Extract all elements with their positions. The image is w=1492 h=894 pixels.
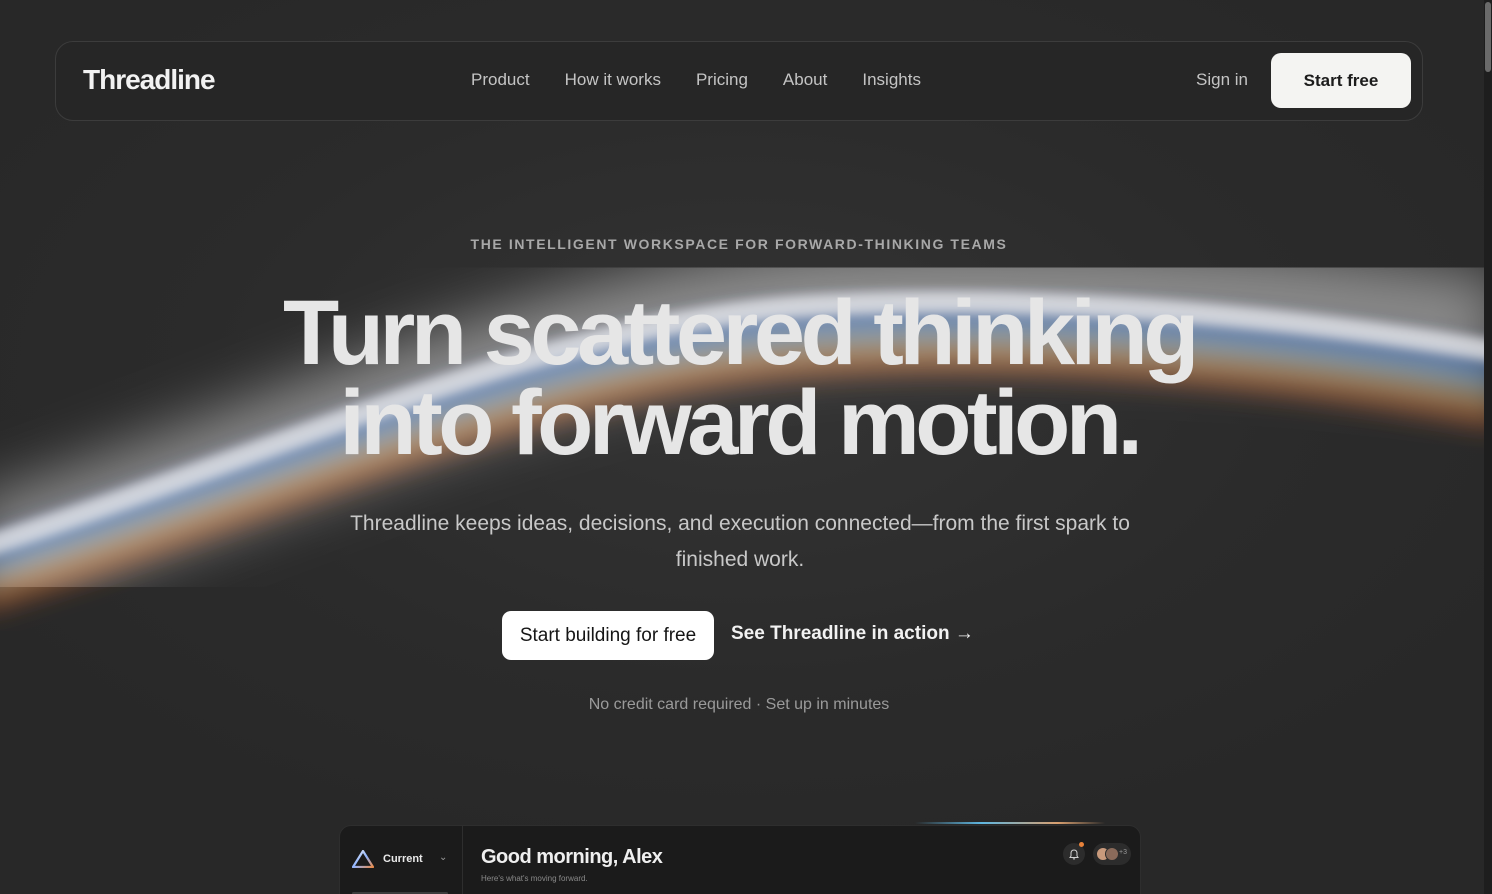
brand-logo[interactable]: Threadline [83, 64, 216, 96]
app-preview: Current ⌄ Good morning, Alex Here's what… [339, 825, 1141, 894]
hero-note: No credit card required · Set up in minu… [588, 696, 890, 713]
collaborator-avatars[interactable]: +3 [1093, 843, 1131, 865]
notification-dot [1079, 842, 1084, 847]
nav-link-insights[interactable]: Insights [862, 70, 921, 90]
hero-headline: Turn scattered thinking into forward mot… [0, 282, 1478, 474]
nav-link-how-it-works[interactable]: How it works [565, 70, 661, 90]
scrollbar-thumb[interactable] [1485, 2, 1491, 72]
chevron-down-icon[interactable]: ⌄ [439, 852, 447, 863]
avatar [1105, 847, 1119, 861]
preview-glow-line [915, 822, 1105, 824]
preview-greeting-sub: Here's what's moving forward. [481, 874, 588, 883]
triangle-logo-icon [351, 849, 375, 873]
hero-headline-line-2: into forward motion. [339, 372, 1143, 474]
nav-link-about[interactable]: About [783, 70, 827, 90]
nav-links: Product How it works Pricing About Insig… [471, 70, 921, 90]
workspace-switcher[interactable]: Current [383, 853, 423, 865]
hero-subheadline: Threadline keeps ideas, decisions, and e… [350, 512, 1130, 571]
sign-in-link[interactable]: Sign in [1196, 70, 1248, 90]
avatar-overflow-count: +3 [1119, 849, 1127, 856]
preview-greeting: Good morning, Alex [481, 846, 663, 868]
page-scrollbar[interactable] [1484, 0, 1492, 894]
nav-link-product[interactable]: Product [471, 70, 530, 90]
landing-page: Threadline Product How it works Pricing … [0, 0, 1484, 894]
start-building-button[interactable]: Start building for free [502, 611, 714, 660]
preview-sidebar: Current ⌄ [340, 826, 463, 894]
hero-eyebrow: THE INTELLIGENT WORKSPACE FOR FORWARD-TH… [470, 236, 1008, 252]
start-free-button[interactable]: Start free [1271, 53, 1411, 108]
nav-link-pricing[interactable]: Pricing [696, 70, 748, 90]
see-in-action-link[interactable]: See Threadline in action → [731, 623, 974, 645]
hero-headline-line-1: Turn scattered thinking [282, 282, 1200, 384]
top-navbar: Threadline Product How it works Pricing … [55, 41, 1423, 121]
